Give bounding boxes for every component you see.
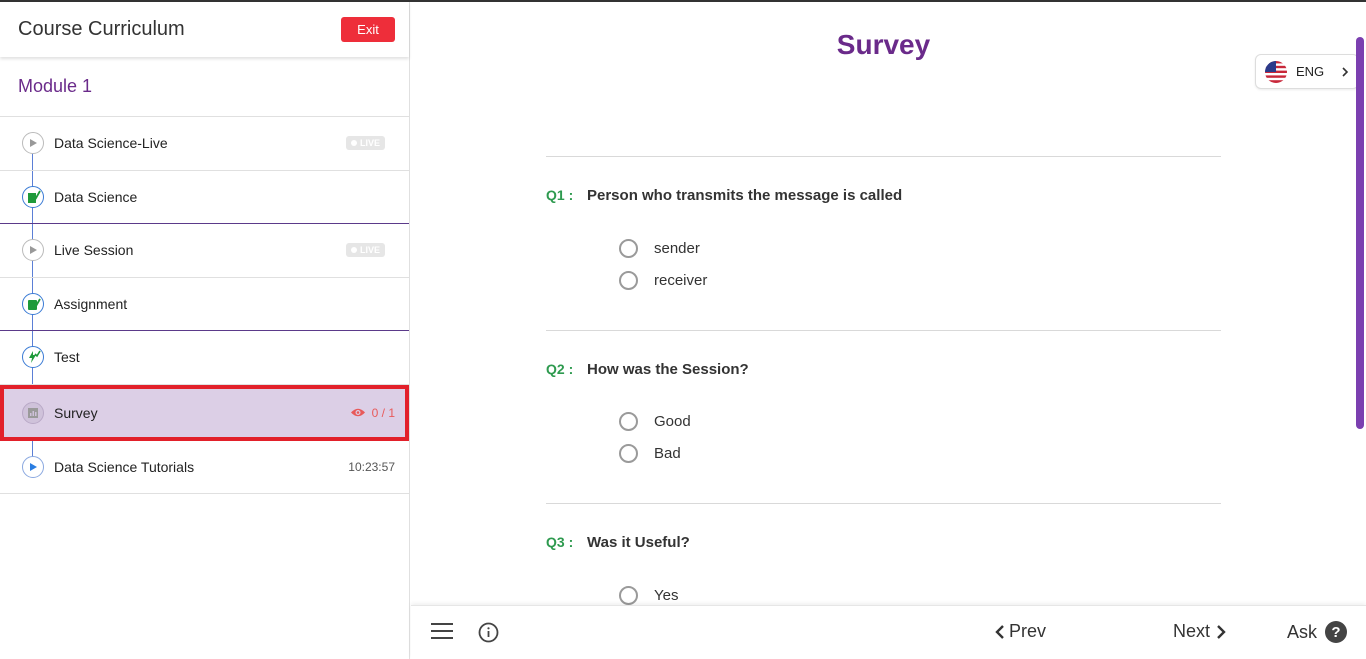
curriculum-item-label: Survey	[54, 404, 98, 421]
duration-label: 10:23:57	[348, 459, 395, 474]
curriculum-item-data-science-tutorials[interactable]: Data Science Tutorials 10:23:57	[0, 441, 409, 494]
curriculum-item-survey[interactable]: Survey 0 / 1	[0, 384, 409, 441]
us-flag-icon	[1265, 60, 1287, 83]
bottom-toolbar: Prev Next Ask ?	[411, 605, 1366, 659]
module-title[interactable]: Module 1	[0, 57, 409, 117]
curriculum-item-label: Test	[54, 349, 80, 366]
chevron-right-icon	[1217, 624, 1226, 639]
option-good[interactable]: Good	[619, 406, 1221, 438]
question-number: Q3 :	[546, 534, 574, 550]
question-2: Q2 : How was the Session? Good Bad	[546, 329, 1221, 504]
curriculum-list: Data Science-Live LIVE Data Science Live…	[0, 117, 409, 494]
curriculum-item-assignment[interactable]: Assignment	[0, 278, 409, 331]
question-list: Q1 : Person who transmits the message is…	[546, 156, 1221, 605]
option-sender[interactable]: sender	[619, 232, 1221, 264]
survey-progress: 0 / 1	[350, 406, 395, 420]
sidebar-title: Course Curriculum	[18, 18, 185, 40]
curriculum-item-label: Data Science	[54, 188, 138, 205]
curriculum-sidebar: Course Curriculum Exit Module 1 Data Sci…	[0, 2, 410, 659]
option-yes[interactable]: Yes	[619, 579, 1221, 605]
curriculum-item-label: Data Science Tutorials	[54, 458, 195, 475]
question-text: Was it Useful?	[587, 534, 690, 551]
assignment-complete-icon	[22, 292, 44, 315]
language-label: ENG	[1296, 64, 1325, 79]
radio-button[interactable]	[619, 585, 638, 605]
curriculum-item-data-science[interactable]: Data Science	[0, 171, 409, 224]
curriculum-item-label: Assignment	[54, 295, 128, 312]
curriculum-item-label: Data Science-Live	[54, 135, 168, 152]
question-1: Q1 : Person who transmits the message is…	[546, 156, 1221, 330]
play-icon	[22, 239, 44, 262]
scrollbar-thumb[interactable]	[1356, 37, 1364, 429]
curriculum-item-live-session[interactable]: Live Session LIVE	[0, 224, 409, 278]
test-bolt-icon	[22, 346, 44, 369]
prev-button[interactable]: Prev	[995, 621, 1046, 642]
sidebar-header: Course Curriculum Exit	[0, 2, 409, 57]
radio-button[interactable]	[619, 270, 638, 290]
radio-button[interactable]	[619, 238, 638, 258]
eye-icon	[350, 408, 365, 417]
exit-button[interactable]: Exit	[341, 17, 395, 42]
chevron-left-icon	[995, 624, 1004, 639]
play-icon	[22, 132, 44, 155]
radio-button[interactable]	[619, 412, 638, 431]
option-receiver[interactable]: receiver	[619, 264, 1221, 296]
survey-content: Survey ENG Q1 : Person who transmits the…	[411, 2, 1366, 605]
chevron-right-icon	[1342, 66, 1349, 77]
live-badge: LIVE	[345, 243, 385, 258]
ask-button[interactable]: Ask ?	[1287, 621, 1348, 643]
question-text: Person who transmits the message is call…	[587, 187, 903, 204]
menu-icon[interactable]	[431, 623, 453, 641]
question-number: Q1 :	[546, 187, 574, 203]
option-bad[interactable]: Bad	[619, 438, 1221, 470]
question-3: Q3 : Was it Useful? Yes	[546, 503, 1221, 605]
document-complete-icon	[22, 185, 44, 208]
live-badge: LIVE	[345, 136, 385, 151]
curriculum-item-label: Live Session	[54, 242, 134, 259]
page-title: Survey	[836, 29, 931, 60]
radio-button[interactable]	[619, 444, 638, 463]
video-play-icon	[22, 455, 44, 478]
info-icon[interactable]	[478, 622, 499, 648]
curriculum-item-test[interactable]: Test	[0, 331, 409, 385]
survey-icon	[22, 401, 44, 424]
question-mark-icon: ?	[1325, 621, 1348, 643]
next-button[interactable]: Next	[1173, 621, 1226, 642]
question-number: Q2 :	[546, 360, 574, 377]
question-text: How was the Session?	[587, 360, 749, 378]
curriculum-item-data-science-live[interactable]: Data Science-Live LIVE	[0, 117, 409, 171]
language-selector[interactable]: ENG	[1255, 54, 1359, 89]
